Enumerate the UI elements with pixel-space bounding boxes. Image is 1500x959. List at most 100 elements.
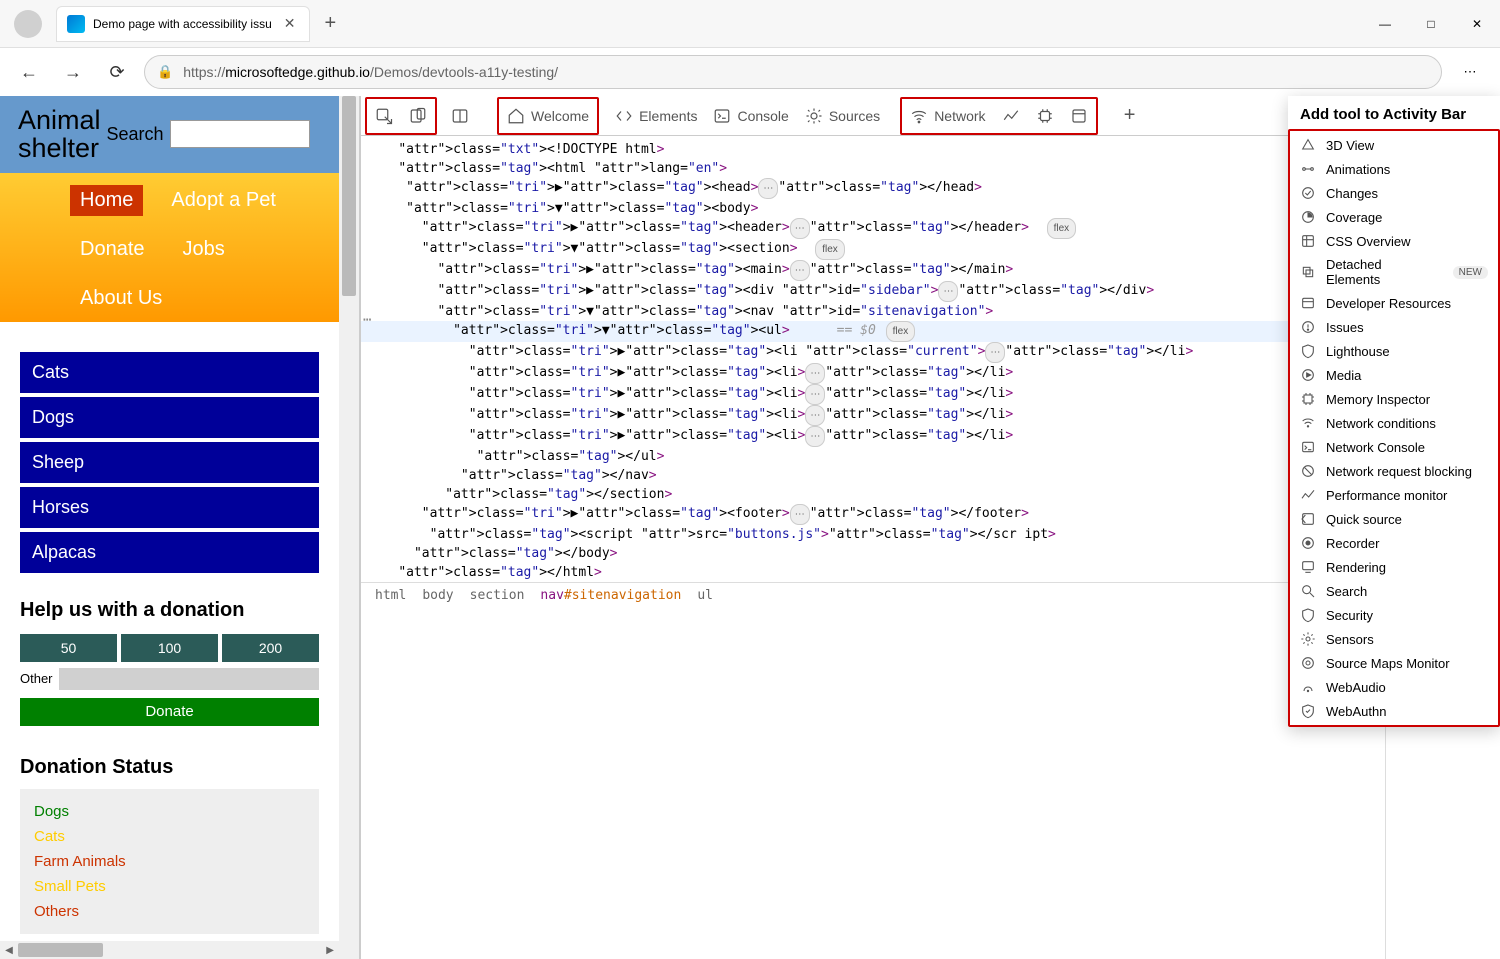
dom-breadcrumb[interactable]: html body section nav#sitenavigation ul: [361, 582, 1385, 608]
popup-item-recorder[interactable]: Recorder: [1290, 531, 1498, 555]
devtools: Welcome Elements Console Sources Network: [360, 96, 1500, 959]
devtools-tab-memory[interactable]: [1028, 98, 1062, 134]
add-tool-popup: Add tool to Activity Bar 3D ViewAnimatio…: [1288, 96, 1500, 727]
nav-item-donate[interactable]: Donate: [70, 234, 155, 265]
popup-item-animations[interactable]: Animations: [1290, 157, 1498, 181]
popup-item-lighthouse[interactable]: Lighthouse: [1290, 339, 1498, 363]
donate-amount-200[interactable]: 200: [222, 634, 319, 662]
breadcrumb-html[interactable]: html: [375, 586, 406, 605]
donate-button[interactable]: Donate: [20, 698, 319, 726]
sidebar-item-cats[interactable]: Cats: [20, 352, 319, 393]
nav-item-adopt-a-pet[interactable]: Adopt a Pet: [161, 185, 286, 216]
dom-line-20[interactable]: "attr">class="tag"></body>: [361, 544, 1385, 563]
horizontal-scrollbar[interactable]: ◀▶: [0, 941, 339, 959]
devtools-tab-sources[interactable]: Sources: [797, 98, 888, 134]
device-toolbar-button[interactable]: [401, 98, 435, 134]
dom-line-18[interactable]: "attr">class="tri">▶"attr">class="tag"><…: [361, 504, 1385, 525]
status-small-pets: Small Pets: [34, 878, 305, 895]
breadcrumb-nav[interactable]: nav#sitenavigation: [540, 586, 681, 605]
window-maximize-button[interactable]: □: [1408, 4, 1454, 44]
popup-item-security[interactable]: Security: [1290, 603, 1498, 627]
devtools-tab-performance[interactable]: [994, 98, 1028, 134]
popup-item-developer-resources[interactable]: Developer Resources: [1290, 291, 1498, 315]
donate-amount-50[interactable]: 50: [20, 634, 117, 662]
popup-item-media[interactable]: Media: [1290, 363, 1498, 387]
dom-line-14[interactable]: "attr">class="tri">▶"attr">class="tag"><…: [361, 426, 1385, 447]
nav-item-jobs[interactable]: Jobs: [173, 234, 235, 265]
popup-item-network-console[interactable]: Network Console: [1290, 435, 1498, 459]
popup-item-search[interactable]: Search: [1290, 579, 1498, 603]
dom-line-7[interactable]: "attr">class="tri">▶"attr">class="tag"><…: [361, 281, 1385, 302]
sidebar-item-horses[interactable]: Horses: [20, 487, 319, 528]
sidebar-item-dogs[interactable]: Dogs: [20, 397, 319, 438]
breadcrumb-section[interactable]: section: [470, 586, 525, 605]
popup-item-performance-monitor[interactable]: Performance monitor: [1290, 483, 1498, 507]
popup-item-coverage[interactable]: Coverage: [1290, 205, 1498, 229]
nav-item-home[interactable]: Home: [70, 185, 143, 216]
sidebar-item-sheep[interactable]: Sheep: [20, 442, 319, 483]
popup-item-sensors[interactable]: Sensors: [1290, 627, 1498, 651]
tab-close-button[interactable]: ✕: [280, 13, 300, 34]
popup-item-network-conditions[interactable]: Network conditions: [1290, 411, 1498, 435]
dom-line-1[interactable]: "attr">class="tag"><html "attr">lang="en…: [361, 159, 1385, 178]
back-button[interactable]: ←: [12, 55, 46, 89]
other-amount-input[interactable]: [59, 668, 320, 690]
dom-line-9[interactable]: "attr">class="tri">▼"attr">class="tag"><…: [361, 321, 1385, 342]
popup-item-issues[interactable]: Issues: [1290, 315, 1498, 339]
reload-button[interactable]: ⟳: [100, 55, 134, 89]
vertical-scrollbar[interactable]: [339, 96, 359, 959]
devtools-tab-console[interactable]: Console: [705, 98, 796, 134]
devtools-tab-welcome[interactable]: Welcome: [499, 98, 597, 134]
devtools-tab-network[interactable]: Network: [902, 98, 993, 134]
dom-line-16[interactable]: "attr">class="tag"></nav>: [361, 466, 1385, 485]
dom-line-12[interactable]: "attr">class="tri">▶"attr">class="tag"><…: [361, 384, 1385, 405]
popup-item-changes[interactable]: Changes: [1290, 181, 1498, 205]
new-tab-button[interactable]: +: [324, 12, 336, 35]
window-minimize-button[interactable]: —: [1362, 4, 1408, 44]
add-tool-button[interactable]: +: [1112, 98, 1148, 134]
nav-item-about-us[interactable]: About Us: [70, 283, 172, 314]
popup-item-source-maps-monitor[interactable]: Source Maps Monitor: [1290, 651, 1498, 675]
dom-line-8[interactable]: "attr">class="tri">▼"attr">class="tag"><…: [361, 302, 1385, 321]
dom-line-19[interactable]: "attr">class="tag"><script "attr">src="b…: [361, 525, 1385, 544]
status-block: Donation Status DogsCatsFarm AnimalsSmal…: [0, 756, 339, 954]
inspect-element-button[interactable]: [367, 98, 401, 134]
popup-item-3d-view[interactable]: 3D View: [1290, 133, 1498, 157]
address-bar[interactable]: 🔒 https://microsoftedge.github.io/Demos/…: [144, 55, 1442, 89]
popup-item-network-request-blocking[interactable]: Network request blocking: [1290, 459, 1498, 483]
dom-line-17[interactable]: "attr">class="tag"></section>: [361, 485, 1385, 504]
window-close-button[interactable]: ✕: [1454, 4, 1500, 44]
dom-tree[interactable]: ⋯ "attr">class="txt"><!DOCTYPE html> "at…: [361, 136, 1385, 959]
dom-gutter-actions-icon[interactable]: ⋯: [363, 311, 371, 330]
search-input[interactable]: [170, 120, 310, 148]
popup-item-detached-elements[interactable]: Detached ElementsNEW: [1290, 253, 1498, 291]
browser-tab[interactable]: Demo page with accessibility issu ✕: [56, 6, 310, 42]
dom-line-3[interactable]: "attr">class="tri">▼"attr">class="tag"><…: [361, 199, 1385, 218]
dom-line-2[interactable]: "attr">class="tri">▶"attr">class="tag"><…: [361, 178, 1385, 199]
dom-line-10[interactable]: "attr">class="tri">▶"attr">class="tag"><…: [361, 342, 1385, 363]
dom-line-5[interactable]: "attr">class="tri">▼"attr">class="tag"><…: [361, 239, 1385, 260]
forward-button[interactable]: →: [56, 55, 90, 89]
dom-line-15[interactable]: "attr">class="tag"></ul>: [361, 447, 1385, 466]
dom-line-0[interactable]: "attr">class="txt"><!DOCTYPE html>: [361, 140, 1385, 159]
dom-line-13[interactable]: "attr">class="tri">▶"attr">class="tag"><…: [361, 405, 1385, 426]
breadcrumb-body[interactable]: body: [422, 586, 453, 605]
popup-item-css-overview[interactable]: CSS Overview: [1290, 229, 1498, 253]
dom-line-11[interactable]: "attr">class="tri">▶"attr">class="tag"><…: [361, 363, 1385, 384]
popup-item-memory-inspector[interactable]: Memory Inspector: [1290, 387, 1498, 411]
sidebar-item-alpacas[interactable]: Alpacas: [20, 532, 319, 573]
devtools-tab-application[interactable]: [1062, 98, 1096, 134]
popup-item-webauthn[interactable]: WebAuthn: [1290, 699, 1498, 723]
popup-item-rendering[interactable]: Rendering: [1290, 555, 1498, 579]
devtools-tab-elements[interactable]: Elements: [607, 98, 705, 134]
dom-line-4[interactable]: "attr">class="tri">▶"attr">class="tag"><…: [361, 218, 1385, 239]
browser-menu-button[interactable]: ⋯: [1452, 54, 1488, 90]
popup-item-webaudio[interactable]: WebAudio: [1290, 675, 1498, 699]
donate-amount-100[interactable]: 100: [121, 634, 218, 662]
popup-item-quick-source[interactable]: Quick source: [1290, 507, 1498, 531]
dom-line-6[interactable]: "attr">class="tri">▶"attr">class="tag"><…: [361, 260, 1385, 281]
dom-line-21[interactable]: "attr">class="tag"></html>: [361, 563, 1385, 582]
breadcrumb-ul[interactable]: ul: [697, 586, 713, 605]
profile-avatar[interactable]: [14, 10, 42, 38]
dock-side-button[interactable]: [443, 98, 477, 134]
